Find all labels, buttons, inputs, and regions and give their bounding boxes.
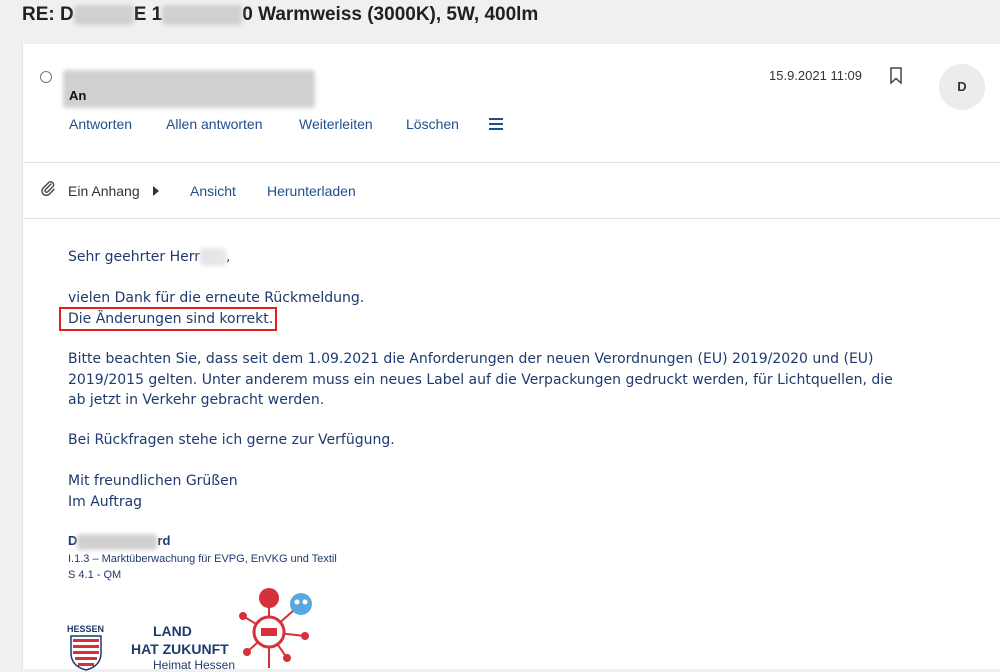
reply-button[interactable]: Antworten (69, 116, 132, 132)
redacted-block (162, 4, 243, 25)
divider (23, 218, 1000, 219)
email-subject: RE: D E 1 0 Warmweiss (3000K), 5W, 400lm (22, 0, 538, 30)
bookmark-icon[interactable] (889, 67, 903, 85)
paperclip-icon (41, 181, 55, 196)
signature-name: Drd (68, 533, 171, 550)
attachment-bar: Ein Anhang Ansicht Herunterladen (23, 164, 1000, 216)
subject-mid: E 1 (133, 4, 163, 25)
hessen-crest-icon (70, 635, 102, 671)
reply-all-button[interactable]: Allen antworten (166, 116, 263, 132)
attachment-toggle[interactable]: Ein Anhang (68, 183, 140, 199)
logo-state-name: HESSEN (67, 624, 105, 634)
redacted-block (77, 533, 158, 550)
closing: Mit freundlichen Grüßen Im Auftrag (68, 473, 238, 510)
forward-button[interactable]: Weiterleiten (299, 116, 373, 132)
select-radio[interactable] (40, 71, 52, 83)
divider (23, 162, 1000, 163)
sender-redacted (63, 70, 315, 108)
network-graphic-icon (239, 588, 312, 668)
body-paragraph-2: Bitte beachten Sie, dass seit dem 1.09.2… (68, 351, 893, 408)
message-panel: An 15.9.2021 11:09 D Antworten Allen ant… (22, 44, 1000, 672)
redacted-block (200, 248, 227, 266)
avatar[interactable]: D (939, 64, 985, 110)
caret-right-icon[interactable] (153, 186, 159, 196)
subject-prefix: RE: D (22, 4, 74, 25)
body-paragraph-3: Bei Rückfragen stehe ich gerne zur Verfü… (68, 432, 395, 448)
hamburger-menu-icon[interactable] (489, 118, 503, 130)
signature-department: I.1.3 – Marktüberwachung für EVPG, EnVKG… (68, 553, 337, 565)
redacted-block (73, 4, 134, 25)
highlight-box (59, 307, 277, 331)
view-attachment-link[interactable]: Ansicht (190, 183, 236, 199)
download-attachment-link[interactable]: Herunterladen (267, 183, 356, 199)
greeting-line: Sehr geehrter Herr, (68, 248, 231, 266)
logo-text: LAND HAT ZUKUNFT (131, 623, 229, 657)
subject-suffix: 0 Warmweiss (3000K), 5W, 400lm (242, 4, 539, 25)
signature-unit: S 4.1 - QM (68, 569, 122, 581)
recipient-label: An (69, 88, 87, 103)
delete-button[interactable]: Löschen (406, 116, 459, 132)
message-date: 15.9.2021 11:09 (769, 68, 863, 83)
land-hat-zukunft-logo: HESSEN LAND HAT ZUKUNFT Heimat Hessen (67, 586, 317, 672)
